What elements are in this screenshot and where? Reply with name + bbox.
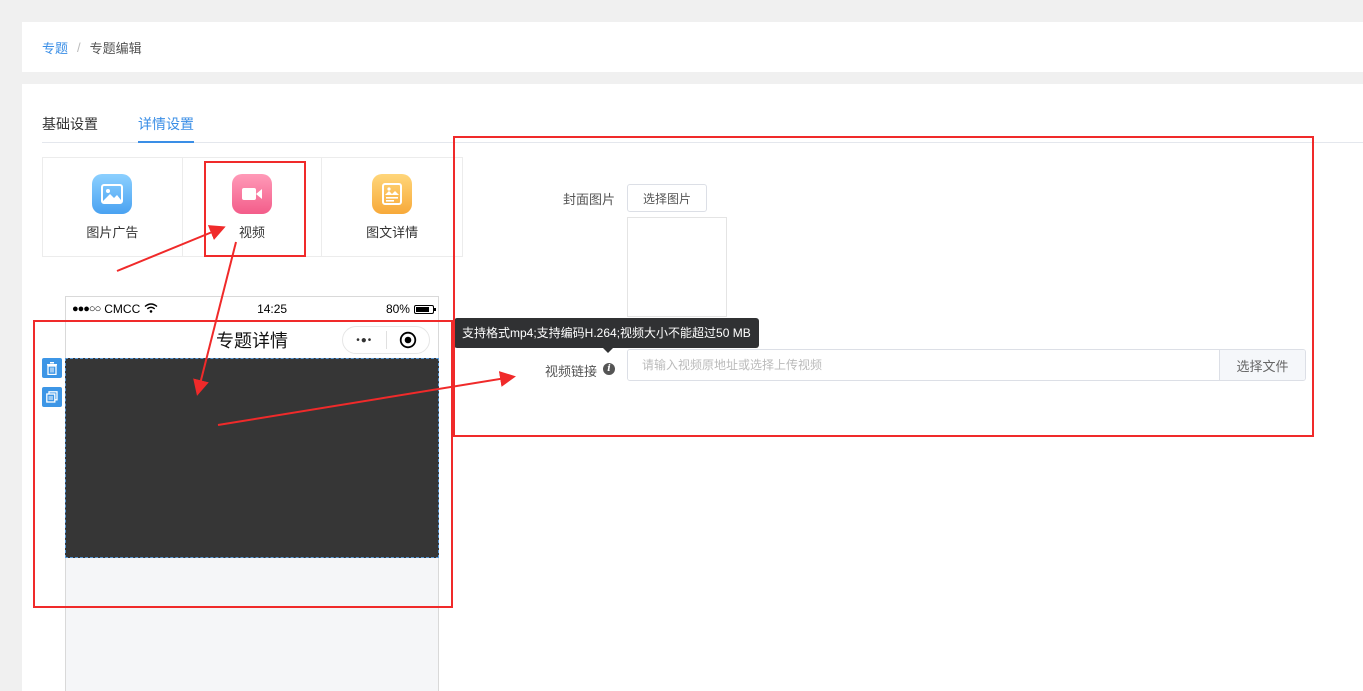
breadcrumb: 专题 / 专题编辑	[22, 22, 1363, 72]
annotation-box-form	[453, 136, 1314, 437]
breadcrumb-separator: /	[77, 39, 81, 55]
battery-percent: 80%	[385, 302, 410, 316]
tab-detail-settings[interactable]: 详情设置	[138, 114, 194, 143]
signal-dots-icon: ●●●○○	[72, 303, 101, 315]
image-ad-icon	[92, 173, 133, 214]
rich-text-icon	[372, 173, 413, 214]
battery-icon	[413, 304, 436, 314]
widget-rich-text-label: 图文详情	[366, 224, 419, 240]
phone-status-bar: ●●●○○ CMCC 14:25 80%	[66, 297, 438, 321]
tab-basic-settings[interactable]: 基础设置	[42, 114, 98, 143]
breadcrumb-current: 专题编辑	[89, 40, 142, 56]
widget-rich-text[interactable]: 图文详情	[322, 158, 462, 256]
widget-image-ad[interactable]: 图片广告	[43, 158, 183, 256]
annotation-box-phone-video	[33, 320, 453, 608]
status-time: 14:25	[257, 302, 288, 316]
wifi-icon	[144, 302, 158, 316]
carrier-label: CMCC	[104, 302, 141, 316]
annotation-box-video-widget	[204, 161, 306, 257]
widget-image-ad-label: 图片广告	[86, 224, 139, 240]
breadcrumb-root-link[interactable]: 专题	[42, 38, 68, 57]
